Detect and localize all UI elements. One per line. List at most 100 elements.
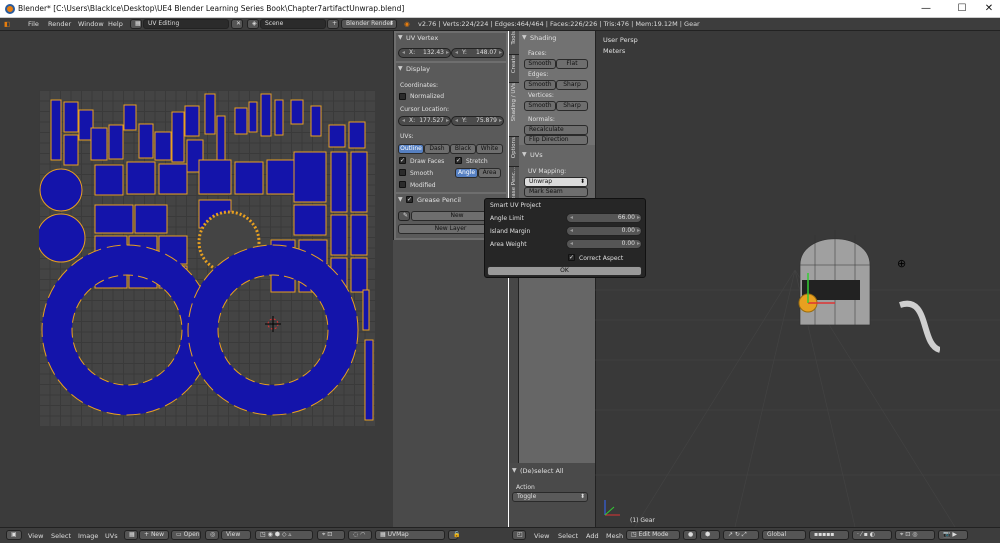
normalized-checkbox[interactable] [399,93,406,100]
normals-label: Normals: [528,116,555,123]
grease-pencil-checkbox[interactable]: ✓ [406,196,413,203]
menu-file[interactable]: File [28,20,39,28]
collapse-triangle-icon[interactable]: ▼ [512,467,517,474]
collapse-triangle-icon[interactable]: ▼ [522,151,527,158]
area-weight-field[interactable]: ◂ 0.00 ▸ [566,239,642,249]
edges-sharp-button[interactable]: Sharp [556,80,588,90]
uv-menu-view[interactable]: View [28,532,43,540]
layout-close-button[interactable]: ✕ [231,19,243,29]
manipulator-tools[interactable]: ↗ ↻ ⤢ [723,530,759,540]
scene-icon[interactable]: ◈ [247,19,259,29]
viewport-shading-icon[interactable]: ● [683,530,697,540]
collapse-triangle-icon[interactable]: ▼ [398,34,403,41]
island-margin-field[interactable]: ◂ 0.00 ▸ [566,226,642,236]
3d-view-type-icon[interactable]: ◰ [512,530,526,540]
vertices-sharp-button[interactable]: Sharp [556,101,588,111]
uv-island [290,99,304,125]
uv-style-dash-button[interactable]: Dash [424,144,450,154]
menu-window[interactable]: Window [78,20,104,28]
menu-select-3d[interactable]: Select [558,532,578,540]
proportional-edit-tools[interactable]: ◌ ◠ [348,530,372,540]
tab-options-label: Options [511,137,517,159]
stretch-area-button[interactable]: Area [478,168,501,178]
uv-style-black-button[interactable]: Black [450,144,476,154]
uv-island [330,214,348,256]
uv-style-white-button[interactable]: White [476,144,503,154]
scene-select[interactable]: Scene [260,19,326,29]
gear-mesh-model[interactable] [780,225,940,355]
select-mode-buttons[interactable]: · ⁄ ▪ ◐ [852,530,892,540]
collapse-triangle-icon[interactable]: ▼ [398,196,403,203]
angle-limit-field[interactable]: ◂ 66.00 ▸ [566,213,642,223]
close-button[interactable]: ✕ [975,2,1000,16]
collapse-triangle-icon[interactable]: ▼ [522,34,527,41]
mark-seam-button[interactable]: Mark Seam [524,187,588,197]
panel-empty-area [393,240,508,527]
uv-menu-image[interactable]: Image [78,532,98,540]
new-label: New [150,531,165,538]
uv-style-outline-button[interactable]: Outline [398,144,424,154]
mode-select[interactable]: ◳ Edit Mode [626,530,680,540]
action-select[interactable]: Toggle ⬍ [512,492,588,502]
menu-view-3d[interactable]: View [534,532,549,540]
menu-add[interactable]: Add [586,532,599,540]
pencil-icon[interactable]: ✎ [398,211,410,221]
image-new-button[interactable]: + New [139,530,169,540]
render-preview-tools[interactable]: 📷 ▶ [938,530,968,540]
snap-settings[interactable]: ⌖ ⊡ ◎ [895,530,935,540]
stretch-checkbox[interactable]: ✓ [455,157,462,164]
uv-menu-uvs[interactable]: UVs [105,532,118,540]
faces-smooth-button[interactable]: Smooth [524,59,556,69]
tab-options[interactable]: Options [509,137,519,167]
image-editor-type-icon[interactable]: ▣ [6,530,22,540]
ok-button[interactable]: OK [487,266,642,276]
3d-cursor-icon[interactable]: ⊕ [897,257,906,270]
browse-image-icon[interactable]: ▦ [124,530,138,540]
uvmap-select[interactable]: ▦ UVMap [375,530,445,540]
minimize-button[interactable]: — [912,2,940,16]
orientation-select[interactable]: Global [762,530,806,540]
chevron-down-icon: ⬍ [388,20,394,27]
collapse-triangle-icon[interactable]: ▼ [398,65,403,72]
uv-vertex-y-field[interactable]: ◂ Y: 148.07 ▸ [451,48,504,58]
tab-tools[interactable]: Tools [509,31,519,55]
faces-flat-button[interactable]: Flat [556,59,588,69]
layout-select[interactable]: UV Editing [143,19,229,29]
cursor-x-field[interactable]: ◂ X: 177.527 ▸ [398,116,451,126]
edges-smooth-button[interactable]: Smooth [524,80,556,90]
recalculate-button[interactable]: Recalculate [524,125,588,135]
pivot-icon[interactable]: ◎ [205,530,219,540]
tab-shading-uvs[interactable]: Shading / UVs [509,83,519,137]
maximize-button[interactable]: ☐ [948,2,976,16]
uv-island [330,151,348,213]
tab-create[interactable]: Create [509,55,519,83]
flip-direction-button[interactable]: Flip Direction [524,135,588,145]
uv-islands[interactable] [39,90,375,426]
image-open-button[interactable]: ▭ Open [171,530,201,540]
layer-buttons[interactable]: ▪▪▪▪▪ [809,530,849,540]
lock-icon[interactable]: 🔒 [448,530,460,540]
menu-help[interactable]: Help [108,20,123,28]
render-engine-select[interactable]: Blender Render ⬍ [341,19,397,29]
uv-cursor-icon [265,316,281,332]
uv-menu-select[interactable]: Select [51,532,71,540]
modified-checkbox[interactable] [399,181,406,188]
menu-render[interactable]: Render [48,20,71,28]
cursor-y-field[interactable]: ◂ Y: 75.879 ▸ [451,116,504,126]
layout-icon[interactable]: ▦ [130,19,142,29]
uv-vertex-x-field[interactable]: ◂ X: 132.43 ▸ [398,48,451,58]
view-mode-select[interactable]: View [221,530,251,540]
normalized-label: Normalized [410,93,445,100]
info-editor-icon[interactable]: ◧ [4,20,10,28]
unwrap-menu-button[interactable]: Unwrap ⬍ [524,177,588,187]
scene-add-button[interactable]: + [327,19,339,29]
uv-sync-tools[interactable]: ◳ ◉ ⬢ ◇ ▵ [255,530,313,540]
smooth-checkbox[interactable] [399,169,406,176]
draw-faces-checkbox[interactable]: ✓ [399,157,406,164]
snap-tools[interactable]: ⌖ ⊡ [317,530,345,540]
vertices-smooth-button[interactable]: Smooth [524,101,556,111]
correct-aspect-checkbox[interactable]: ✓ [568,254,575,261]
stretch-angle-button[interactable]: Angle [455,168,478,178]
pivot-point-icon[interactable]: ⬢ [700,530,720,540]
menu-mesh[interactable]: Mesh [606,532,623,540]
